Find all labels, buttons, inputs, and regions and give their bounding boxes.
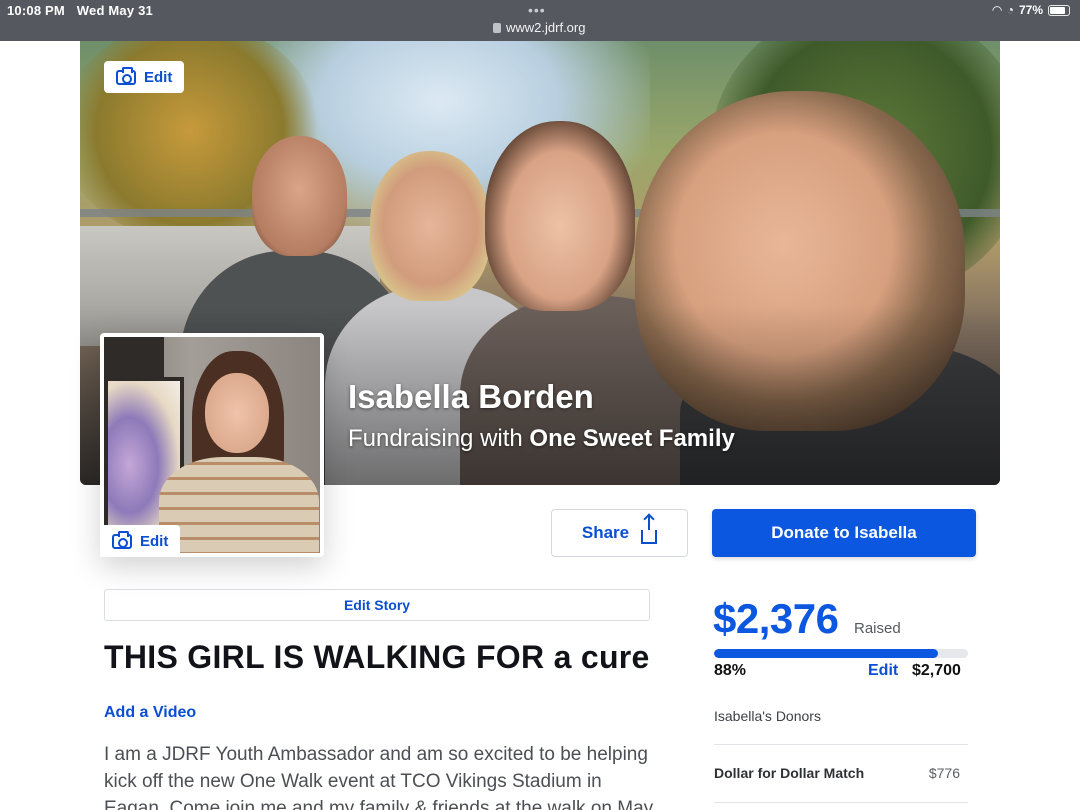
raised-label: Raised: [854, 620, 901, 637]
status-bar: 10:08 PM Wed May 31 ••• www2.jdrf.org ◠ …: [0, 0, 1080, 41]
camera-icon: [112, 530, 132, 549]
wifi-icon: ◠: [992, 3, 1002, 17]
story-body: I am a JDRF Youth Ambassador and am so e…: [104, 744, 654, 810]
share-button[interactable]: Share: [551, 509, 688, 557]
status-time-date: 10:08 PM Wed May 31: [7, 3, 161, 18]
camera-icon: [116, 66, 136, 85]
multitasking-dots-icon[interactable]: •••: [528, 2, 546, 18]
story-title: THIS GIRL IS WALKING FOR a cure: [104, 639, 650, 675]
donors-heading: Isabella's Donors: [714, 708, 821, 724]
raised-amount: $2,376: [713, 595, 839, 642]
lock-icon: [493, 23, 501, 33]
edit-goal-link[interactable]: Edit: [868, 662, 898, 680]
edit-story-button[interactable]: Edit Story: [104, 589, 650, 621]
progress-percent: 88%: [714, 662, 747, 679]
edit-profile-photo-button[interactable]: Edit: [100, 525, 181, 557]
battery-percent: 77%: [1018, 3, 1043, 17]
status-time: 10:08 PM: [7, 3, 65, 18]
profile-photo: [100, 333, 324, 557]
share-label: Share: [581, 523, 630, 542]
fundraising-team-line: Fundraising with One Sweet Family: [348, 425, 735, 453]
battery-icon: [1048, 4, 1070, 16]
goal-amount: $2,700: [912, 662, 961, 679]
donor-name: Dollar for Dollar Match: [714, 765, 865, 781]
url-bar[interactable]: www2.jdrf.org: [493, 20, 585, 35]
progress-bar-fill: [714, 649, 938, 658]
divider: [714, 744, 968, 745]
status-indicators: ◠ ◔ 77%: [992, 3, 1070, 17]
status-date: Wed May 31: [76, 3, 153, 18]
add-video-link[interactable]: Add a Video: [104, 704, 196, 722]
edit-profile-label: Edit: [140, 532, 169, 550]
fundraiser-name: Isabella Borden: [348, 378, 594, 415]
divider: [714, 802, 968, 803]
donor-amount: $776: [928, 765, 960, 781]
url-text: www2.jdrf.org: [506, 20, 586, 35]
team-name-link[interactable]: One Sweet Family: [529, 425, 734, 452]
share-icon: [641, 516, 658, 544]
donor-row: Dollar for Dollar Match $776: [714, 765, 960, 781]
alarm-icon: ◔: [1006, 3, 1014, 17]
edit-cover-label: Edit: [144, 68, 173, 86]
edit-cover-photo-button[interactable]: Edit: [104, 61, 185, 93]
progress-bar: [714, 649, 968, 658]
donate-button[interactable]: Donate to Isabella: [712, 509, 976, 557]
fundraising-prefix: Fundraising with: [348, 425, 530, 452]
